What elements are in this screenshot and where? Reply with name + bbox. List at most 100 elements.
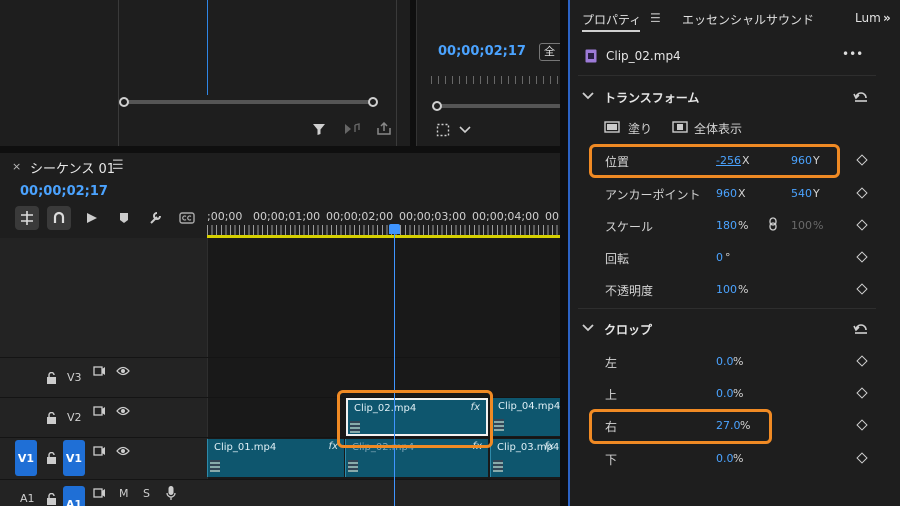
keyframe-toggle[interactable]	[856, 355, 868, 367]
track-output-icon[interactable]	[92, 404, 106, 418]
scale-value[interactable]: 180	[716, 219, 737, 232]
scale-unit: %	[738, 219, 749, 232]
playhead-line[interactable]	[394, 233, 395, 506]
solo-button[interactable]: S	[143, 487, 150, 500]
video-clip-icon	[584, 48, 598, 64]
safe-margins-icon[interactable]	[435, 122, 451, 138]
fx-badge: fx	[544, 441, 554, 452]
clip-v2-clip04[interactable]: Clip_04.mp4	[491, 398, 560, 436]
eye-icon[interactable]	[116, 404, 130, 418]
anchor-y-value[interactable]: 540	[791, 187, 812, 200]
reset-icon[interactable]	[852, 88, 870, 104]
scale-width-unit: %	[813, 219, 824, 232]
crop-top-value[interactable]: 0.0	[716, 387, 734, 400]
keyframe-toggle[interactable]	[856, 154, 868, 166]
keyframe-toggle[interactable]	[856, 419, 868, 431]
anchor-x-value[interactable]: 960	[716, 187, 737, 200]
lock-icon[interactable]	[44, 411, 58, 425]
time-ruler[interactable]	[207, 225, 560, 235]
more-options-icon[interactable]: •••	[842, 47, 863, 61]
reset-icon[interactable]	[852, 320, 870, 336]
keyframe-toggle[interactable]	[856, 187, 868, 199]
clip-v1-clip03[interactable]: Clip_03.mp4 fx	[490, 439, 560, 477]
opacity-value[interactable]: 100	[716, 283, 737, 296]
panel-menu-icon[interactable]: ☰	[112, 158, 124, 173]
fit-frame-icon[interactable]	[672, 120, 688, 134]
fill-frame-icon[interactable]	[604, 120, 620, 134]
transform-section-title[interactable]: トランスフォーム	[604, 89, 699, 106]
sequence-tab[interactable]: シーケンス 01	[30, 158, 115, 177]
ruler-label: 00;00;03;00	[399, 210, 467, 223]
divider	[578, 308, 876, 309]
track-a1: A1 A1 M S	[0, 479, 560, 506]
lock-icon[interactable]	[44, 371, 58, 385]
add-marker-icon[interactable]	[112, 206, 136, 230]
keyframe-toggle[interactable]	[856, 452, 868, 464]
close-tab-icon[interactable]: ×	[12, 160, 21, 173]
track-output-icon[interactable]	[92, 486, 106, 500]
crop-section-title[interactable]: クロップ	[604, 321, 652, 338]
program-timecode[interactable]: 00;00;02;17	[438, 44, 526, 59]
clip-name: Clip_04.mp4	[498, 401, 560, 412]
active-tab-indicator	[582, 30, 640, 32]
tab-essential-sound[interactable]: エッセンシャルサウンド	[682, 11, 814, 28]
snap-toggle[interactable]	[47, 206, 71, 230]
export-frame-icon[interactable]	[374, 120, 394, 138]
source-patch-a1[interactable]: A1	[20, 492, 35, 505]
mute-button[interactable]: M	[119, 487, 129, 500]
track-target-v1[interactable]: V1	[63, 440, 85, 476]
fill-label[interactable]: 塗り	[628, 120, 652, 137]
crop-bottom-value[interactable]: 0.0	[716, 452, 734, 465]
clip-thumbnail	[493, 460, 503, 472]
keyframe-toggle[interactable]	[856, 219, 868, 231]
clip-thumbnail	[348, 460, 358, 472]
track-label: V2	[67, 411, 82, 424]
more-tabs-icon[interactable]: »	[883, 11, 891, 25]
microphone-icon[interactable]	[164, 485, 178, 501]
chevron-down-icon[interactable]	[582, 90, 594, 102]
track-output-icon[interactable]	[92, 444, 106, 458]
crop-left-value[interactable]: 0.0	[716, 355, 734, 368]
ruler-label: ;00;00	[207, 210, 243, 223]
captions-icon[interactable]	[175, 206, 199, 230]
track-output-icon[interactable]	[92, 364, 106, 378]
source-patch-v1[interactable]: V1	[15, 440, 37, 476]
chevron-down-icon[interactable]	[582, 322, 594, 334]
lock-icon[interactable]	[44, 492, 58, 506]
linked-selection-icon[interactable]	[80, 206, 104, 230]
timeline-panel: × シーケンス 01 ☰ 00;00;02;17 ;00;00 00;00;01…	[0, 153, 560, 506]
rotation-unit: °	[725, 251, 731, 264]
program-in-handle[interactable]	[432, 101, 442, 111]
ruler-label: 00;00;02;00	[326, 210, 394, 223]
keyframe-toggle[interactable]	[856, 387, 868, 399]
play-audio-icon[interactable]	[342, 120, 362, 138]
wrench-icon[interactable]	[143, 206, 167, 230]
chevron-down-icon[interactable]	[457, 122, 473, 138]
track-target-a1[interactable]: A1	[63, 486, 85, 506]
program-scrub-bar[interactable]	[437, 104, 560, 108]
program-monitor: 00;00;02;17 全	[416, 0, 560, 146]
clip-v1-clip01[interactable]: Clip_01.mp4 fx	[207, 439, 344, 477]
panel-menu-icon[interactable]: ☰	[650, 11, 661, 25]
track-label: V3	[67, 371, 82, 384]
in-handle[interactable]	[119, 97, 129, 107]
playhead-line	[207, 0, 208, 95]
lock-icon[interactable]	[44, 451, 58, 465]
eye-icon[interactable]	[116, 364, 130, 378]
scrub-bar[interactable]	[124, 100, 374, 104]
fit-label[interactable]: 全体表示	[694, 120, 742, 137]
tab-properties[interactable]: プロパティ	[582, 11, 641, 28]
eye-icon[interactable]	[116, 444, 130, 458]
rotation-value[interactable]: 0	[716, 251, 723, 264]
keyframe-toggle[interactable]	[856, 283, 868, 295]
insert-tool[interactable]	[15, 206, 39, 230]
highlight-box	[589, 144, 840, 178]
sequence-timecode[interactable]: 00;00;02;17	[20, 184, 108, 199]
link-icon[interactable]	[767, 216, 779, 232]
out-handle[interactable]	[368, 97, 378, 107]
keyframe-toggle[interactable]	[856, 251, 868, 263]
fit-dropdown[interactable]: 全	[539, 43, 560, 61]
highlight-box	[337, 390, 493, 448]
tab-lumetri[interactable]: Lum	[855, 11, 881, 25]
filter-icon[interactable]	[310, 120, 328, 138]
